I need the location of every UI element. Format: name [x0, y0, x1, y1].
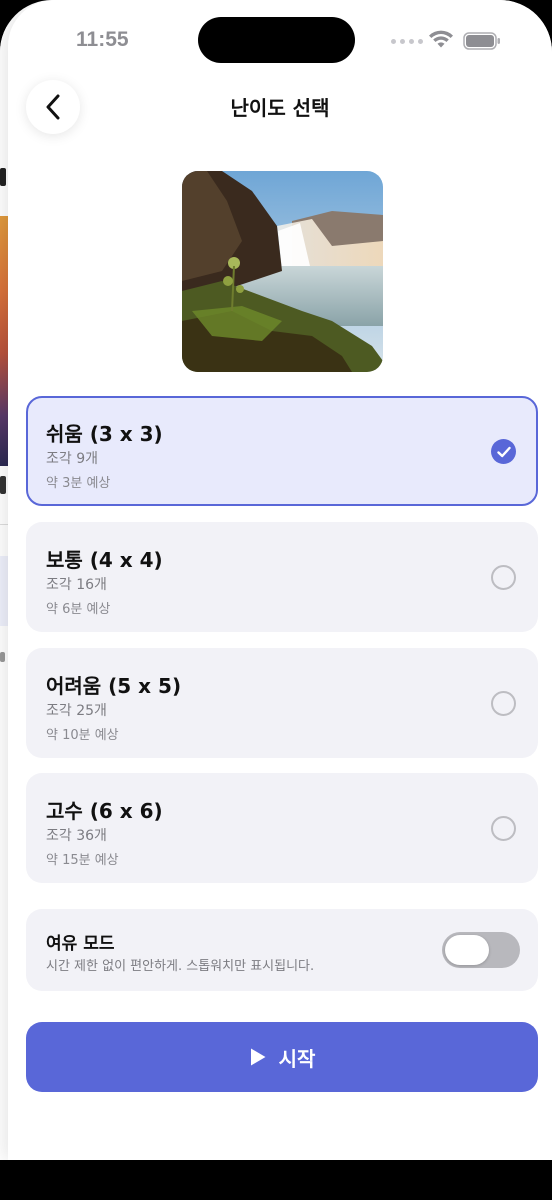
toggle-knob: [445, 935, 489, 965]
battery-icon: [463, 32, 500, 50]
option-time: 약 3분 예상: [46, 476, 111, 491]
difficulty-option-expert[interactable]: 고수 (6 x 6) 조각 36개 약 15분 예상: [26, 773, 538, 883]
start-button-label: 시작: [278, 1046, 316, 1071]
option-pieces: 조각 36개: [46, 828, 107, 844]
previous-screen-peek: [0, 0, 8, 1160]
play-icon: [250, 1048, 266, 1066]
dynamic-island: [198, 17, 355, 63]
wifi-icon: [429, 30, 453, 48]
option-time: 약 10분 예상: [46, 728, 119, 743]
radio-unselected-icon: [491, 565, 516, 590]
option-title: 고수 (6 x 6): [46, 799, 163, 823]
relax-mode-description: 시간 제한 없이 편안하게. 스톱워치만 표시됩니다.: [46, 959, 315, 974]
status-time: 11:55: [76, 28, 129, 51]
difficulty-screen: 11:55 난이도 선택 쉬움 (3 x 3) 조각 9개 약 3분 예상 보통…: [8, 0, 552, 1160]
difficulty-option-easy[interactable]: 쉬움 (3 x 3) 조각 9개 약 3분 예상: [26, 396, 538, 506]
option-title: 보통 (4 x 4): [46, 548, 163, 572]
difficulty-option-hard[interactable]: 어려움 (5 x 5) 조각 25개 약 10분 예상: [26, 648, 538, 758]
start-button[interactable]: 시작: [26, 1022, 538, 1092]
relax-mode-card: 여유 모드 시간 제한 없이 편안하게. 스톱워치만 표시됩니다.: [26, 909, 538, 991]
radio-unselected-icon: [491, 816, 516, 841]
option-title: 쉬움 (3 x 3): [46, 422, 163, 446]
signal-icon: [391, 39, 423, 44]
option-pieces: 조각 16개: [46, 577, 107, 593]
relax-mode-title: 여유 모드: [46, 934, 115, 954]
option-pieces: 조각 25개: [46, 703, 107, 719]
radio-unselected-icon: [491, 691, 516, 716]
puzzle-image-thumbnail: [182, 171, 383, 372]
option-time: 약 15분 예상: [46, 853, 119, 868]
page-title: 난이도 선택: [230, 96, 330, 120]
difficulty-option-normal[interactable]: 보통 (4 x 4) 조각 16개 약 6분 예상: [26, 522, 538, 632]
option-time: 약 6분 예상: [46, 602, 111, 617]
relax-mode-toggle[interactable]: [442, 932, 520, 968]
option-pieces: 조각 9개: [46, 451, 98, 467]
phone-frame: 11:55 난이도 선택 쉬움 (3 x 3) 조각 9개 약 3분 예상 보통…: [0, 0, 552, 1160]
option-title: 어려움 (5 x 5): [46, 674, 182, 698]
checkmark-icon: [491, 439, 516, 464]
